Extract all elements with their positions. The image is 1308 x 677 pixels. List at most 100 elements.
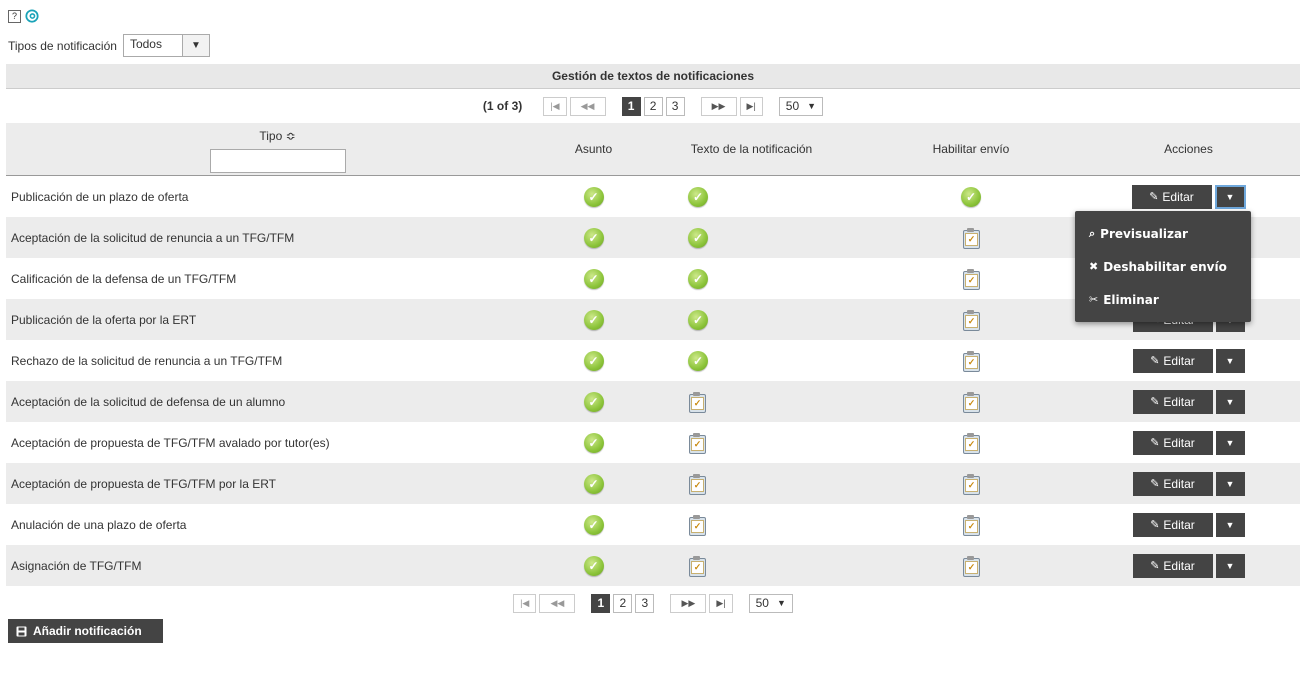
checklist-icon[interactable]: ✓ — [962, 514, 980, 536]
ok-check-icon: ✓ — [688, 186, 708, 207]
last-page-button[interactable]: ▶| — [739, 96, 763, 116]
cell-texto: ✓ — [638, 514, 865, 536]
edit-button[interactable]: ✎Editar — [1132, 389, 1213, 414]
edit-label: Editar — [1162, 189, 1194, 204]
chevron-down-icon[interactable]: ▼ — [181, 35, 209, 56]
edit-button[interactable]: ✎Editar — [1132, 348, 1213, 373]
edit-button[interactable]: ✎Editar — [1132, 430, 1213, 455]
ok-check-icon: ✓ — [583, 432, 604, 453]
checklist-icon[interactable]: ✓ — [688, 555, 706, 577]
actions-menu-button[interactable]: ▼ — [1215, 553, 1245, 578]
checklist-icon[interactable]: ✓ — [962, 309, 980, 331]
page-1-button[interactable]: 1 — [621, 96, 641, 116]
checklist-icon[interactable]: ✓ — [962, 391, 980, 413]
cell-acciones: ✎Editar ▼ — [1077, 348, 1300, 373]
cell-texto: ✓ — [638, 432, 865, 454]
edit-button[interactable]: ✎Editar — [1132, 471, 1213, 496]
cell-texto: ✓ — [638, 350, 865, 371]
edit-label: Editar — [1163, 435, 1195, 450]
checklist-icon[interactable]: ✓ — [688, 391, 706, 413]
checklist-icon[interactable]: ✓ — [688, 514, 706, 536]
rows-per-page-value: 50 — [755, 596, 769, 610]
action-buttons: ✎Editar ▼ — [1132, 512, 1245, 537]
edit-button[interactable]: ✎Editar — [1132, 512, 1213, 537]
cell-asunto: ✓ — [549, 309, 638, 330]
column-header-texto: Texto de la notificación — [690, 142, 813, 156]
actions-menu-button[interactable]: ▼ — [1215, 389, 1245, 414]
checklist-icon[interactable]: ✓ — [962, 350, 980, 372]
page-1-button[interactable]: 1 — [591, 593, 611, 613]
tipo-filter-input[interactable] — [209, 149, 346, 173]
cell-tipo: Asignación de TFG/TFM — [11, 558, 142, 573]
prev-page-button[interactable]: ◀◀ — [539, 593, 576, 613]
cell-tipo: Aceptación de propuesta de TFG/TFM por l… — [11, 476, 277, 491]
cell-habilitar: ✓ — [865, 309, 1077, 331]
cell-tipo: Calificación de la defensa de un TFG/TFM — [11, 271, 237, 286]
rows-per-page-value: 50 — [785, 99, 800, 113]
page-2-button[interactable]: 2 — [613, 593, 633, 613]
action-buttons: ✎Editar ▼ — [1132, 348, 1245, 373]
rows-per-page-select[interactable]: 50 ▼ — [778, 96, 824, 116]
actions-menu-button[interactable]: ▼ — [1214, 184, 1246, 209]
checklist-icon[interactable]: ✓ — [962, 227, 980, 249]
table-row: Asignación de TFG/TFM ✓ ✓ ✓ ✎ Editar ▼ — [6, 545, 1300, 586]
help-icon[interactable]: ? — [8, 9, 21, 23]
select-value: Todos — [129, 37, 162, 51]
menu-item-previsualizar[interactable]: ⌕ Previsualizar — [1075, 217, 1251, 250]
tipo-header-label[interactable]: Tipo ≎ — [259, 129, 295, 143]
actions-menu-button[interactable]: ▼ — [1215, 512, 1245, 537]
notification-type-select[interactable]: Todos ▼ — [122, 34, 210, 57]
cell-texto: ✓ — [638, 391, 865, 413]
column-header-tipo[interactable]: Tipo ≎ — [6, 123, 549, 175]
chevron-down-icon: ▼ — [776, 598, 786, 608]
cell-asunto: ✓ — [549, 432, 638, 453]
pencil-icon: ✎ — [1150, 355, 1160, 367]
add-notification-button[interactable]: Añadir notificación — [8, 619, 163, 643]
cell-texto: ✓ — [638, 309, 865, 330]
page-2-button[interactable]: 2 — [643, 96, 663, 116]
at-icon[interactable] — [25, 9, 39, 23]
column-header-habilitar: Habilitar envío — [932, 142, 1010, 156]
checklist-icon[interactable]: ✓ — [688, 432, 706, 454]
checklist-icon[interactable]: ✓ — [962, 555, 980, 577]
checklist-icon[interactable]: ✓ — [962, 268, 980, 290]
checklist-icon[interactable]: ✓ — [962, 473, 980, 495]
ok-check-icon: ✓ — [583, 268, 604, 289]
top-icons: ? — [8, 8, 39, 24]
ok-check-icon: ✓ — [688, 227, 708, 248]
cell-texto: ✓ — [638, 473, 865, 495]
prev-page-button[interactable]: ◀◀ — [569, 96, 606, 116]
first-page-button[interactable]: |◀ — [513, 593, 537, 613]
next-page-button[interactable]: ▶▶ — [670, 593, 707, 613]
cell-habilitar: ✓ — [865, 268, 1077, 290]
pencil-icon: ✎ — [1150, 396, 1160, 408]
next-page-button[interactable]: ▶▶ — [700, 96, 737, 116]
menu-item-deshabilitar-envio[interactable]: ✖ Deshabilitar envío — [1075, 250, 1251, 283]
rows-per-page-select[interactable]: 50 ▼ — [748, 593, 793, 613]
edit-button[interactable]: ✎Editar — [1131, 184, 1212, 209]
cell-tipo: Publicación de la oferta por la ERT — [11, 312, 197, 327]
actions-menu-button[interactable]: ▼ — [1215, 430, 1245, 455]
pencil-icon: ✎ — [1149, 191, 1159, 203]
actions-menu-button[interactable]: ▼ — [1215, 348, 1245, 373]
paginator-bottom: |◀ ◀◀ 1 2 3 ▶▶ ▶| 50 ▼ — [6, 586, 1300, 620]
chevron-down-icon: ▼ — [1225, 478, 1235, 489]
page-3-button[interactable]: 3 — [635, 593, 655, 613]
edit-label: Editar — [1163, 517, 1195, 532]
action-buttons: ✎Editar ▼ — [1132, 430, 1245, 455]
menu-item-eliminar[interactable]: ✂ Eliminar — [1075, 283, 1251, 316]
page-3-button[interactable]: 3 — [665, 96, 685, 116]
page-report: (1 of 3) — [482, 99, 523, 113]
menu-item-label: Deshabilitar envío — [1103, 259, 1227, 274]
cell-texto: ✓ — [638, 186, 865, 207]
chevron-down-icon: ▼ — [1225, 437, 1235, 448]
checklist-icon[interactable]: ✓ — [962, 432, 980, 454]
menu-item-label: Eliminar — [1103, 292, 1159, 307]
last-page-button[interactable]: ▶| — [709, 593, 733, 613]
edit-button[interactable]: ✎Editar — [1132, 553, 1213, 578]
actions-menu-button[interactable]: ▼ — [1215, 471, 1245, 496]
first-page-button[interactable]: |◀ — [543, 96, 567, 116]
cell-tipo: Anulación de una plazo de oferta — [11, 517, 187, 532]
checklist-icon[interactable]: ✓ — [688, 473, 706, 495]
action-buttons: ✎Editar ▼ — [1132, 471, 1245, 496]
